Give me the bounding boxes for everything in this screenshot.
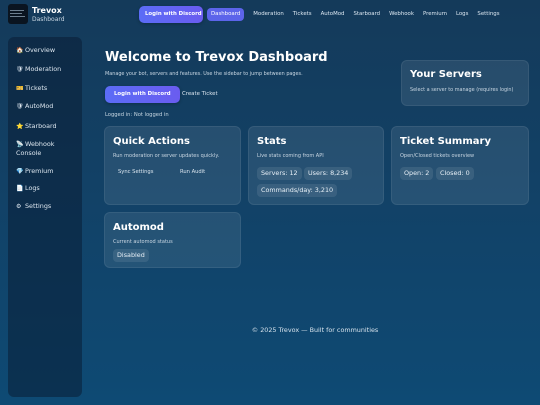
satellite-icon: 📡 (16, 141, 24, 148)
sidebar-item-overview[interactable]: 🏠 Overview (16, 46, 80, 55)
ticket-summary-subtitle: Open/Closed tickets overview (400, 153, 475, 159)
page-title: Welcome to Trevox Dashboard (105, 50, 328, 65)
ticket-icon: 🎫 (16, 85, 24, 92)
nav-automod[interactable]: AutoMod (321, 6, 345, 23)
servers-card: Your Servers Select a server to manage (… (401, 60, 529, 106)
tickets-open-badge: Open: 2 (400, 167, 434, 180)
automod-title: Automod (113, 222, 164, 233)
page-subtitle: Manage your bot, servers and features. U… (105, 71, 303, 77)
log-icon: 📄 (16, 185, 24, 192)
login-discord-button[interactable]: Login with Discord (139, 6, 203, 23)
sidebar-item-automod[interactable]: 🛡AutoMod (16, 102, 80, 111)
stat-servers: Servers: 12 (257, 167, 302, 180)
quick-actions-subtitle: Run moderation or server updates quickly… (113, 153, 220, 159)
footer: © 2025 Trevox — Built for communities (251, 326, 379, 334)
sidebar-item-label: Logs (25, 184, 40, 192)
shield-icon: 🛡 (16, 66, 24, 73)
shield-icon: 🛡 (16, 103, 24, 110)
sidebar-item-label: Settings (25, 202, 52, 210)
automod-card: Automod Current automod status Disabled (104, 212, 241, 268)
ticket-summary-card: Ticket Summary Open/Closed tickets overv… (391, 126, 529, 205)
quick-actions-title: Quick Actions (113, 136, 190, 147)
sidebar-item-webhook[interactable]: 📡 Webhook Console (16, 140, 80, 158)
sidebar-item-starboard[interactable]: ⭐ Starboard (16, 122, 80, 131)
sidebar-item-label: Starboard (25, 122, 57, 130)
hero-actions: Login with Discord (105, 86, 180, 103)
stats-card: Stats Live stats coming from API Servers… (248, 126, 384, 205)
nav-settings[interactable]: Settings (477, 6, 499, 23)
nav-logs[interactable]: Logs (456, 6, 468, 23)
sidebar-item-label: Tickets (25, 84, 48, 92)
sync-settings-button[interactable]: Sync Settings (118, 169, 153, 175)
login-status: Logged in: Not logged in (105, 112, 169, 118)
brand-subtitle: Dashboard (32, 16, 65, 23)
gear-icon: ⚙ (16, 203, 22, 210)
sidebar-item-moderation[interactable]: 🛡Moderation (16, 65, 80, 74)
sidebar-item-label: Moderation (25, 65, 62, 73)
sidebar-item-settings[interactable]: ⚙ Settings (16, 202, 80, 211)
run-audit-button[interactable]: Run Audit (180, 169, 205, 175)
sidebar-item-label: Premium (25, 167, 54, 175)
sidebar-item-logs[interactable]: 📄 Logs (16, 184, 80, 193)
sidebar-item-tickets[interactable]: 🎫 Tickets (16, 84, 80, 93)
app-logo[interactable] (8, 4, 28, 24)
star-icon: ⭐ (16, 123, 24, 130)
stats-title: Stats (257, 136, 287, 147)
nav-moderation[interactable]: Moderation (253, 6, 284, 23)
top-bar: Trevox Dashboard Login with Discord Dash… (0, 0, 540, 30)
nav-tickets[interactable]: Tickets (293, 6, 312, 23)
quick-actions-card: Quick Actions Run moderation or server u… (104, 126, 241, 205)
brand-title: Trevox (32, 6, 62, 15)
automod-status-badge: Disabled (113, 249, 149, 262)
nav-dashboard[interactable]: Dashboard (207, 8, 245, 21)
nav-webhook[interactable]: Webhook (389, 6, 414, 23)
gem-icon: 💎 (16, 168, 24, 175)
sidebar: 🏠 Overview 🛡Moderation 🎫 Tickets 🛡AutoMod … (8, 37, 82, 397)
sidebar-item-label: AutoMod (25, 102, 54, 110)
tickets-closed-badge: Closed: 0 (436, 167, 474, 180)
nav-premium[interactable]: Premium (423, 6, 447, 23)
servers-card-title: Your Servers (410, 69, 482, 80)
nav-starboard[interactable]: Starboard (353, 6, 380, 23)
sidebar-item-label: Overview (25, 46, 56, 54)
stats-subtitle: Live stats coming from API (257, 153, 324, 159)
ticket-summary-title: Ticket Summary (400, 136, 491, 147)
top-nav: Login with Discord Dashboard Moderation … (139, 6, 500, 23)
stat-users: Users: 8,234 (304, 167, 353, 180)
automod-subtitle: Current automod status (113, 239, 173, 245)
create-ticket-button[interactable]: Create Ticket (182, 91, 218, 97)
hero-login-discord-button[interactable]: Login with Discord (105, 86, 180, 103)
stat-commands: Commands/day: 3,210 (257, 184, 338, 197)
sidebar-item-premium[interactable]: 💎 Premium (16, 167, 80, 176)
home-icon: 🏠 (16, 47, 24, 54)
servers-card-subtitle: Select a server to manage (requires logi… (410, 87, 514, 93)
